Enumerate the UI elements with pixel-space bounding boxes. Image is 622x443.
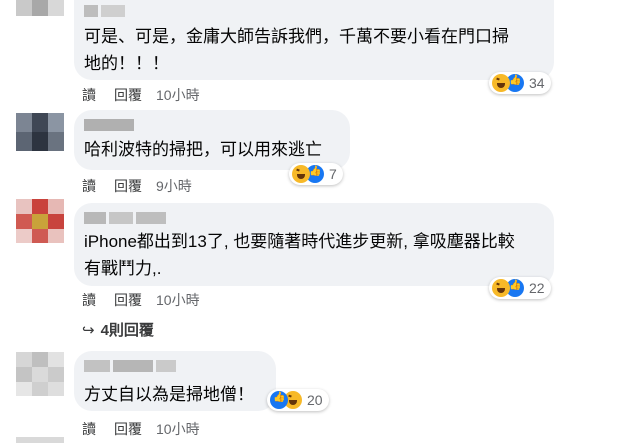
reaction-count: 34 — [529, 75, 545, 91]
reaction-summary[interactable]: 22 — [489, 277, 551, 299]
read-button[interactable]: 讀 — [82, 176, 96, 196]
haha-icon — [292, 165, 310, 183]
author-name[interactable] — [84, 211, 169, 224]
reply-button[interactable]: 回覆 — [114, 290, 142, 310]
comment-bubble: iPhone都出到13了, 也要隨著時代進步更新, 拿吸塵器比較 有戰鬥力,. — [74, 203, 554, 286]
avatar[interactable] — [16, 199, 64, 243]
avatar[interactable] — [16, 0, 64, 16]
avatar[interactable] — [16, 113, 64, 151]
read-button[interactable]: 讀 — [82, 290, 96, 310]
haha-icon — [492, 279, 510, 297]
comment-text: 可是、可是，金庸大師告訴我們，千萬不要小看在門口掃 地的！！！ — [84, 27, 509, 73]
timestamp[interactable]: 10小時 — [156, 290, 200, 310]
comment-text: 方丈自以為是掃地僧！ — [84, 385, 254, 404]
comment-bubble: 哈利波特的掃把，可以用來逃亡 — [74, 110, 350, 170]
view-replies-link[interactable]: ↪ 4則回覆 — [82, 319, 154, 340]
author-name[interactable] — [84, 4, 128, 17]
read-button[interactable]: 讀 — [82, 85, 96, 105]
read-button[interactable]: 讀 — [82, 419, 96, 439]
avatar[interactable] — [16, 437, 64, 443]
comment-text: iPhone都出到13了, 也要隨著時代進步更新, 拿吸塵器比較 有戰鬥力,. — [84, 232, 515, 278]
reaction-count: 7 — [329, 166, 337, 182]
author-name[interactable] — [84, 118, 137, 131]
reply-arrow-icon: ↪ — [82, 322, 95, 339]
reaction-summary[interactable]: 7 — [289, 163, 343, 185]
author-name[interactable] — [84, 359, 179, 372]
comment-bubble: 方丈自以為是掃地僧！ — [74, 351, 276, 411]
reply-button[interactable]: 回覆 — [114, 85, 142, 105]
timestamp[interactable]: 10小時 — [156, 85, 200, 105]
reply-button[interactable]: 回覆 — [114, 176, 142, 196]
reaction-count: 22 — [529, 280, 545, 296]
haha-icon — [492, 74, 510, 92]
reaction-summary[interactable]: 20 — [267, 389, 329, 411]
comment-bubble: 可是、可是，金庸大師告訴我們，千萬不要小看在門口掃 地的！！！ — [74, 0, 554, 80]
like-icon — [270, 391, 288, 409]
reaction-count: 20 — [307, 392, 323, 408]
comment-text: 哈利波特的掃把，可以用來逃亡 — [84, 140, 322, 159]
timestamp[interactable]: 9小時 — [156, 176, 192, 196]
reply-button[interactable]: 回覆 — [114, 419, 142, 439]
replies-count-label: 4則回覆 — [100, 322, 154, 339]
timestamp[interactable]: 10小時 — [156, 419, 200, 439]
avatar[interactable] — [16, 352, 64, 396]
reaction-summary[interactable]: 34 — [489, 72, 551, 94]
